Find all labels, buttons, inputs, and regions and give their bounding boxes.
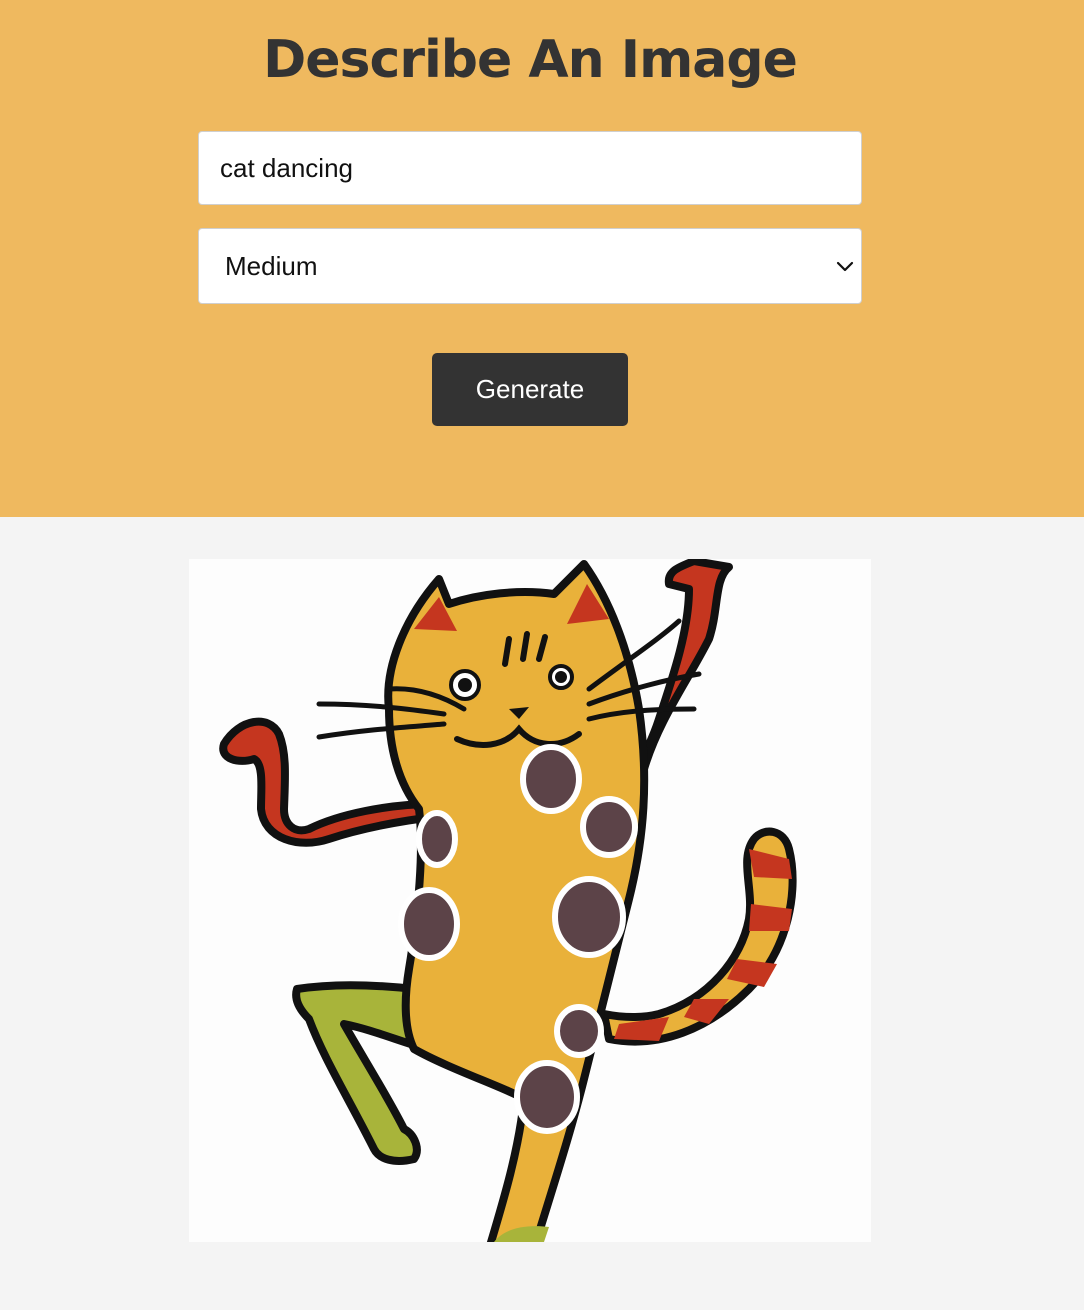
size-select[interactable]: Medium xyxy=(198,228,862,304)
page-title: Describe An Image xyxy=(263,30,798,90)
generated-image xyxy=(189,559,871,1242)
chevron-down-icon xyxy=(835,257,855,277)
hero-section: Describe An Image Medium Generate xyxy=(0,0,1084,517)
dancing-cat-illustration xyxy=(219,559,797,1242)
size-select-value: Medium xyxy=(225,251,318,281)
generate-button[interactable]: Generate xyxy=(432,353,628,426)
prompt-input[interactable] xyxy=(198,131,862,205)
